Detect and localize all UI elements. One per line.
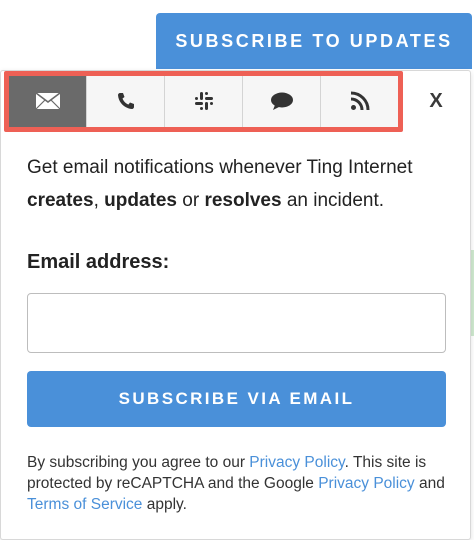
envelope-icon bbox=[35, 92, 60, 110]
tab-phone[interactable] bbox=[87, 74, 165, 128]
phone-icon bbox=[117, 93, 134, 109]
subscribe-to-updates-button[interactable]: SUBSCRIBE TO UPDATES bbox=[156, 13, 472, 69]
intro-updates: updates bbox=[104, 190, 177, 211]
intro-text: Get email notifications whenever Ting In… bbox=[27, 157, 413, 211]
email-address-label: Email address: bbox=[27, 251, 170, 273]
google-privacy-policy-link[interactable]: Privacy Policy bbox=[318, 475, 414, 492]
speech-bubble-icon bbox=[270, 92, 293, 110]
legal-text: By subscribing you agree to our Privacy … bbox=[27, 454, 445, 513]
close-button[interactable]: X bbox=[403, 74, 469, 128]
tab-slack[interactable] bbox=[165, 74, 243, 128]
tab-rss[interactable] bbox=[321, 74, 399, 128]
subscribe-via-email-button[interactable]: SUBSCRIBE VIA EMAIL bbox=[27, 371, 446, 427]
email-input[interactable] bbox=[27, 293, 446, 353]
notification-channel-tabs bbox=[9, 71, 399, 131]
tab-email[interactable] bbox=[9, 74, 87, 128]
slack-icon bbox=[194, 92, 213, 110]
rss-icon bbox=[350, 91, 370, 111]
privacy-policy-link[interactable]: Privacy Policy bbox=[249, 454, 344, 471]
intro-creates: creates bbox=[27, 190, 94, 211]
tab-chat[interactable] bbox=[243, 74, 321, 128]
subscribe-panel: X Get email notifications whenever Ting … bbox=[0, 70, 471, 540]
intro-resolves: resolves bbox=[204, 190, 282, 211]
terms-of-service-link[interactable]: Terms of Service bbox=[27, 496, 142, 513]
subscribe-to-updates-label: SUBSCRIBE TO UPDATES bbox=[175, 30, 453, 51]
close-label: X bbox=[429, 89, 443, 112]
